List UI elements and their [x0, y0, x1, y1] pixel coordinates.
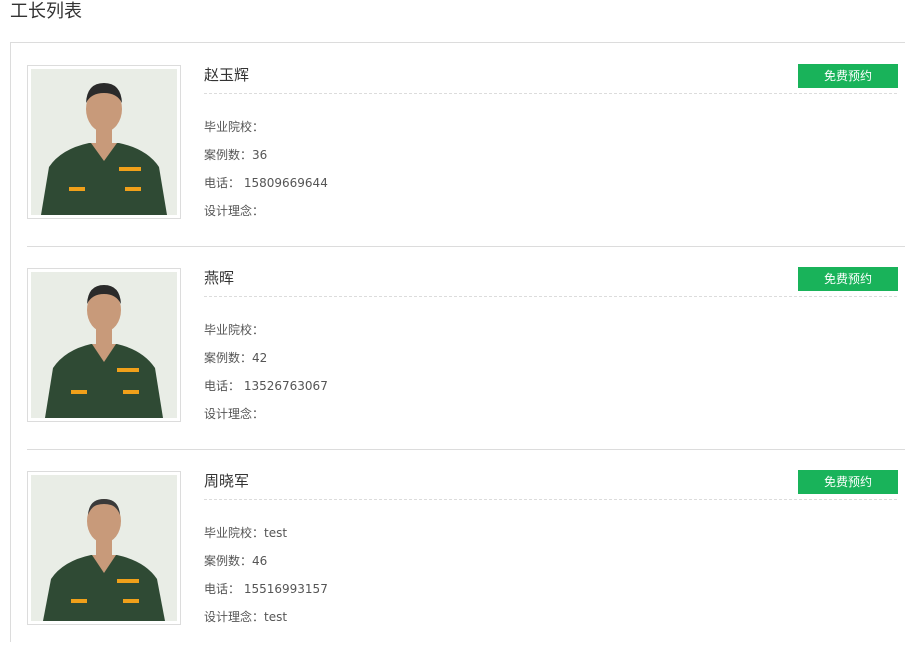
foreman-list: 赵玉辉 免费预约 毕业院校： 案例数：36 电话： 15809669644 设计…	[10, 42, 905, 642]
foreman-card: 周晓军 免费预约 毕业院校：test 案例数：46 电话： 1551699315…	[27, 449, 905, 652]
free-booking-button[interactable]: 免费预约	[798, 64, 898, 88]
free-booking-button[interactable]: 免费预约	[798, 470, 898, 494]
name-divider	[204, 296, 897, 297]
portrait-image	[31, 475, 177, 621]
philosophy-label: 设计理念：	[204, 204, 265, 218]
foreman-name[interactable]: 赵玉辉	[204, 65, 249, 85]
cases-row: 案例数：46	[204, 553, 267, 569]
portrait-image	[31, 272, 177, 418]
cases-row: 案例数：42	[204, 350, 267, 366]
portrait-image	[31, 69, 177, 215]
philosophy-label: 设计理念：	[204, 610, 265, 624]
philosophy-label: 设计理念：	[204, 407, 265, 421]
phone-value: 13526763067	[243, 379, 328, 393]
philosophy-row: 设计理念：	[204, 406, 264, 422]
cases-value: 36	[252, 148, 268, 162]
cases-label: 案例数：	[204, 554, 253, 568]
cases-label: 案例数：	[204, 351, 253, 365]
page-title: 工长列表	[10, 1, 82, 22]
foreman-card: 燕晖 免费预约 毕业院校： 案例数：42 电话： 13526763067 设计理…	[27, 246, 905, 450]
school-row: 毕业院校：	[204, 322, 264, 338]
phone-row: 电话： 15809669644	[204, 175, 328, 191]
phone-label: 电话：	[204, 582, 241, 596]
cases-label: 案例数：	[204, 148, 253, 162]
foreman-card: 赵玉辉 免费预约 毕业院校： 案例数：36 电话： 15809669644 设计…	[27, 43, 905, 247]
school-value: test	[264, 526, 288, 540]
school-label: 毕业院校：	[204, 323, 265, 337]
phone-label: 电话：	[204, 379, 241, 393]
foreman-photo[interactable]	[27, 471, 181, 625]
school-row: 毕业院校：test	[204, 525, 287, 541]
phone-value: 15809669644	[243, 176, 328, 190]
phone-row: 电话： 15516993157	[204, 581, 328, 597]
phone-label: 电话：	[204, 176, 241, 190]
philosophy-row: 设计理念：test	[204, 609, 287, 625]
foreman-photo[interactable]	[27, 268, 181, 422]
phone-value: 15516993157	[243, 582, 328, 596]
foreman-name[interactable]: 燕晖	[204, 268, 234, 288]
cases-value: 46	[252, 554, 268, 568]
cases-row: 案例数：36	[204, 147, 267, 163]
school-label: 毕业院校：	[204, 120, 265, 134]
cases-value: 42	[252, 351, 268, 365]
foreman-photo[interactable]	[27, 65, 181, 219]
free-booking-button[interactable]: 免费预约	[798, 267, 898, 291]
school-label: 毕业院校：	[204, 526, 265, 540]
school-row: 毕业院校：	[204, 119, 264, 135]
foreman-name[interactable]: 周晓军	[204, 471, 249, 491]
phone-row: 电话： 13526763067	[204, 378, 328, 394]
philosophy-value: test	[264, 610, 288, 624]
philosophy-row: 设计理念：	[204, 203, 264, 219]
name-divider	[204, 499, 897, 500]
name-divider	[204, 93, 897, 94]
